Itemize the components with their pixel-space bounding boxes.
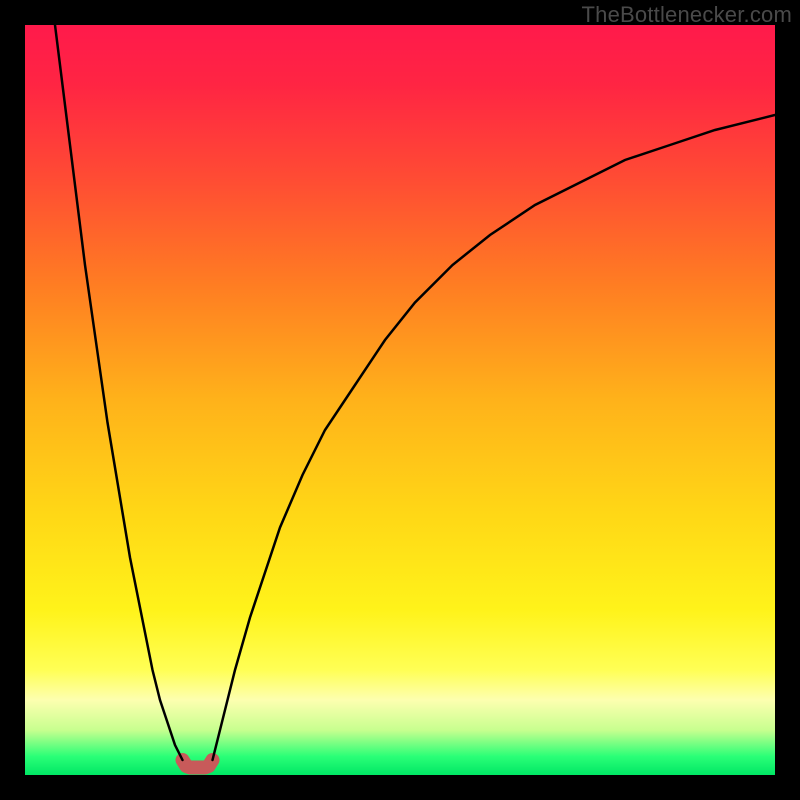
chart-svg — [25, 25, 775, 775]
minimum-marker — [183, 760, 213, 768]
chart-background — [25, 25, 775, 775]
watermark-text: TheBottlenecker.com — [582, 2, 792, 28]
chart-frame — [25, 25, 775, 775]
